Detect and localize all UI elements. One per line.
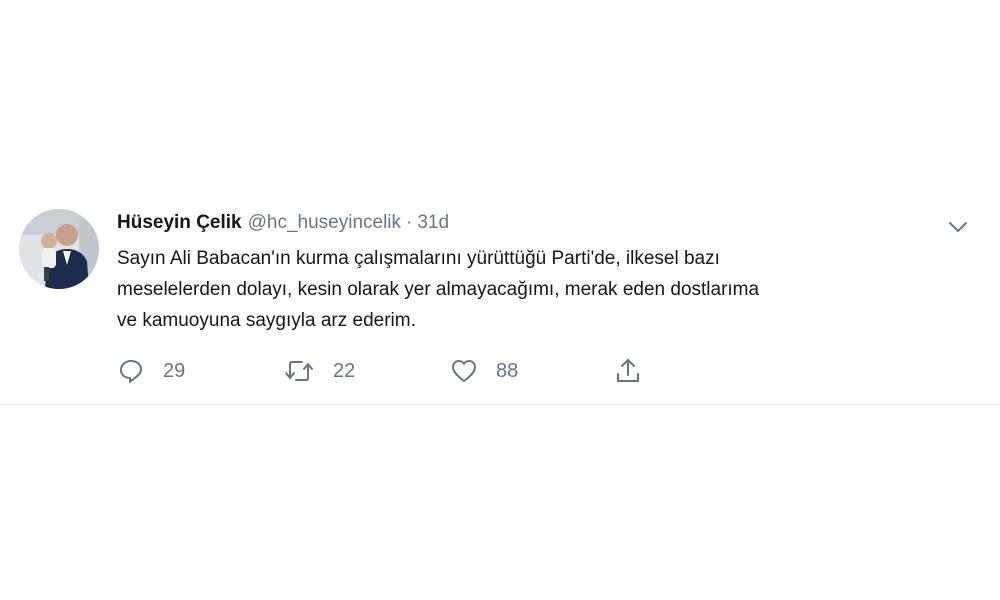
- tweet-text-line-3: ve kamuoyuna saygıyla arz ederim.: [117, 310, 416, 331]
- share-button[interactable]: [614, 356, 642, 386]
- share-icon: [614, 357, 642, 385]
- like-button[interactable]: 88: [450, 356, 518, 386]
- tweet-text-line-1: Sayın Ali Babacan'ın kurma çalışmalarını…: [117, 248, 720, 269]
- tweet-content: Hüseyin Çelik @hc_huseyincelik · 31d Sayın …: [117, 207, 967, 336]
- avatar[interactable]: [19, 209, 99, 289]
- tweet-actions: 29 22 88: [117, 356, 717, 386]
- tweet-timestamp[interactable]: 31d: [417, 212, 449, 233]
- reply-icon: [117, 357, 145, 385]
- tweet-text: Sayın Ali Babacan'ın kurma çalışmalarını…: [117, 243, 947, 336]
- heart-icon: [450, 357, 478, 385]
- like-count: 88: [496, 359, 519, 382]
- retweet-icon: [283, 357, 315, 385]
- separator-dot: ·: [406, 212, 413, 233]
- reply-button[interactable]: 29: [117, 356, 185, 386]
- page: Hüseyin Çelik @hc_huseyincelik · 31d Sayın …: [0, 0, 1000, 600]
- tweet-header: Hüseyin Çelik @hc_huseyincelik · 31d: [117, 207, 967, 239]
- author-name[interactable]: Hüseyin Çelik: [117, 212, 242, 233]
- retweet-button[interactable]: 22: [283, 356, 355, 386]
- author-handle[interactable]: @hc_huseyincelik: [248, 212, 401, 233]
- tweet-card[interactable]: Hüseyin Çelik @hc_huseyincelik · 31d Sayın …: [0, 193, 1000, 405]
- tweet-text-line-2: meselelerden dolayı, kesin olarak yer al…: [117, 279, 760, 300]
- reply-count: 29: [163, 359, 186, 382]
- retweet-count: 22: [333, 359, 356, 382]
- chevron-down-icon[interactable]: [946, 215, 970, 239]
